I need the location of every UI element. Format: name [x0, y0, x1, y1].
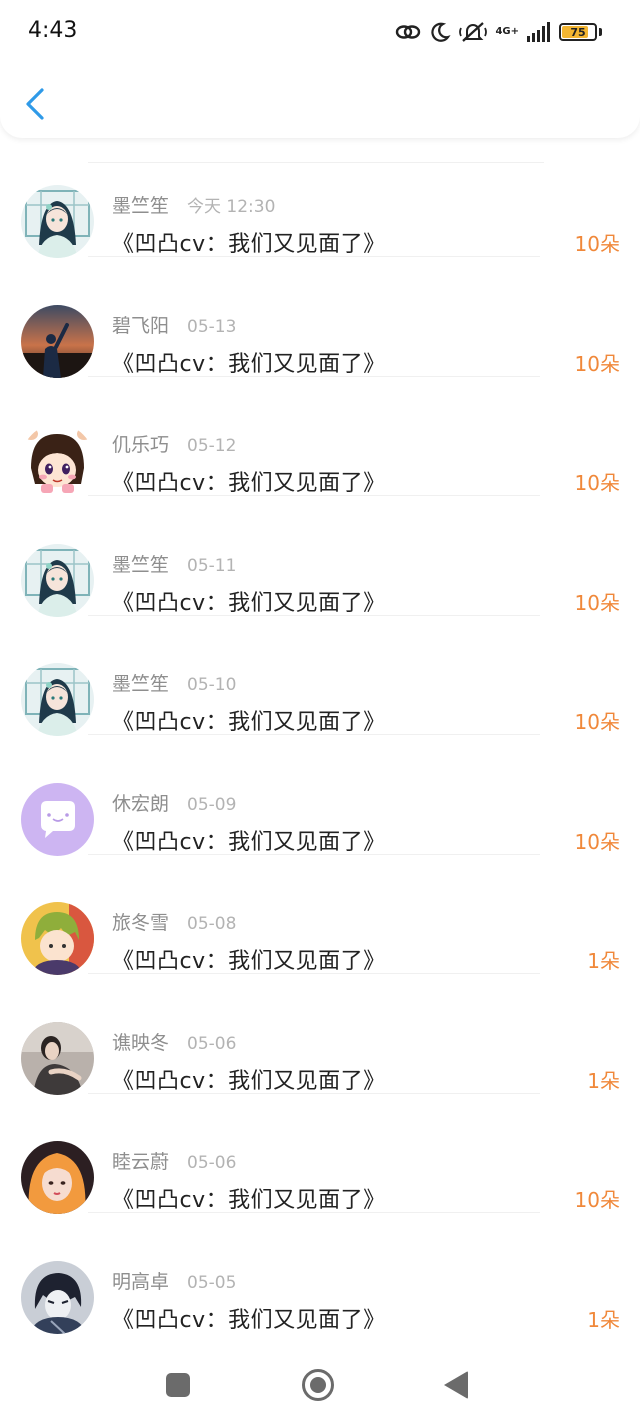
gift-count: 10朵 — [574, 829, 620, 854]
sender-info: 墨竺笙 05-11 — [112, 550, 236, 577]
avatar[interactable] — [21, 1021, 94, 1095]
sender-time: 05-13 — [187, 316, 237, 337]
recents-square-icon[interactable] — [166, 1373, 190, 1397]
sender-name: 谯映冬 — [112, 1031, 170, 1054]
sender-name: 墨竺笙 — [112, 673, 170, 695]
battery-level: 75 — [570, 25, 586, 39]
gift-count: 10朵 — [574, 1188, 620, 1212]
sender-time: 05-05 — [187, 1272, 237, 1293]
home-circle-icon[interactable] — [302, 1369, 334, 1401]
back-button[interactable] — [18, 84, 52, 124]
message-text: 《凹凸cv：我们又见面了》 — [112, 710, 386, 735]
gift-count: 10朵 — [574, 351, 620, 376]
back-triangle-icon[interactable] — [444, 1371, 468, 1399]
message-text: 《凹凸cv：我们又见面了》 — [112, 471, 386, 496]
sender-info: 明高卓 05-05 — [112, 1267, 236, 1294]
sender-time: 05-08 — [187, 914, 237, 934]
gift-count: 10朵 — [574, 232, 620, 256]
list-item[interactable]: 碧飞阳 05-13 《凹凸cv：我们又见面了》 10朵 — [0, 258, 640, 378]
message-text: 《凹凸cv：我们又见面了》 — [112, 1188, 386, 1213]
avatar[interactable] — [21, 304, 94, 378]
header: 4:43 4G+ 75 — [0, 0, 640, 138]
gift-count: 10朵 — [574, 710, 620, 734]
list-item[interactable]: 墨竺笙 05-10 《凹凸cv：我们又见面了》 10朵 — [0, 616, 640, 736]
sender-name: 墨竺笙 — [112, 195, 170, 217]
sender-info: 碧飞阳 05-13 — [112, 311, 236, 338]
gift-count: 10朵 — [574, 471, 620, 495]
sender-info: 墨竺笙 05-10 — [112, 669, 236, 696]
gift-count: 1朵 — [587, 949, 620, 973]
gift-count: 1朵 — [587, 1068, 620, 1093]
chevron-left-icon — [26, 88, 44, 120]
home-dot — [310, 1377, 326, 1393]
sender-name: 碧飞阳 — [112, 314, 170, 337]
message-text: 《凹凸cv：我们又见面了》 — [112, 351, 386, 377]
network-label: 4G+ — [495, 26, 519, 37]
sender-time: 今天 12:30 — [187, 197, 276, 217]
sender-name: 明高卓 — [112, 1270, 170, 1293]
status-icons: 4G+ 75 — [395, 18, 602, 46]
avatar[interactable] — [21, 185, 94, 258]
sender-name: 旅冬雪 — [112, 912, 170, 934]
sender-info: 休宏朗 05-09 — [112, 789, 236, 816]
message-text: 《凹凸cv：我们又见面了》 — [112, 949, 386, 974]
sender-info: 仉乐巧 05-12 — [112, 430, 236, 457]
sender-info: 旅冬雪 05-08 — [112, 908, 236, 935]
sender-info: 睦云蔚 05-06 — [112, 1147, 236, 1174]
list-item[interactable]: 谯映冬 05-06 《凹凸cv：我们又见面了》 1朵 — [0, 975, 640, 1095]
sender-time: 05-06 — [187, 1153, 237, 1173]
sender-info: 墨竺笙 今天 12:30 — [112, 191, 275, 218]
list-item[interactable]: 明高卓 05-05 《凹凸cv：我们又见面了》 1朵 — [0, 1214, 640, 1334]
avatar[interactable] — [21, 663, 94, 736]
sender-name: 睦云蔚 — [112, 1151, 170, 1173]
avatar[interactable] — [21, 782, 94, 856]
mute-icon — [459, 21, 488, 43]
message-text: 《凹凸cv：我们又见面了》 — [112, 1307, 386, 1333]
navigation-bar — [0, 1354, 640, 1423]
gift-count: 1朵 — [587, 1307, 620, 1332]
sender-name: 仉乐巧 — [112, 434, 170, 456]
gift-count: 10朵 — [574, 590, 620, 615]
link-icon — [395, 21, 421, 43]
battery-icon: 75 — [559, 23, 597, 41]
message-text: 《凹凸cv：我们又见面了》 — [112, 590, 386, 616]
status-time: 4:43 — [28, 18, 78, 43]
message-text: 《凹凸cv：我们又见面了》 — [112, 829, 386, 855]
screen: 4:43 4G+ 75 墨竺笙 今天 12:30 《凹凸cv：我们又见面了》 1… — [0, 0, 640, 1423]
sender-info: 谯映冬 05-06 — [112, 1028, 236, 1055]
list-item[interactable]: 仉乐巧 05-12 《凹凸cv：我们又见面了》 10朵 — [0, 377, 640, 497]
signal-icon — [527, 22, 551, 42]
sender-time: 05-10 — [187, 675, 237, 695]
status-bar: 4:43 4G+ 75 — [0, 0, 640, 64]
sender-time: 05-09 — [187, 794, 237, 815]
moon-icon — [429, 21, 452, 43]
sender-name: 休宏朗 — [112, 792, 170, 815]
list-item[interactable]: 休宏朗 05-09 《凹凸cv：我们又见面了》 10朵 — [0, 736, 640, 856]
avatar[interactable] — [21, 543, 94, 617]
avatar[interactable] — [21, 1141, 94, 1214]
sender-time: 05-12 — [187, 436, 237, 456]
avatar[interactable] — [21, 1260, 94, 1334]
battery-tip — [599, 28, 602, 36]
sender-time: 05-06 — [187, 1033, 237, 1054]
list-item[interactable]: 墨竺笙 今天 12:30 《凹凸cv：我们又见面了》 10朵 — [0, 138, 640, 258]
list-item[interactable]: 旅冬雪 05-08 《凹凸cv：我们又见面了》 1朵 — [0, 855, 640, 975]
sender-name: 墨竺笙 — [112, 553, 170, 576]
message-text: 《凹凸cv：我们又见面了》 — [112, 232, 386, 257]
sender-time: 05-11 — [187, 555, 237, 576]
list-item[interactable]: 墨竺笙 05-11 《凹凸cv：我们又见面了》 10朵 — [0, 497, 640, 617]
avatar[interactable] — [21, 424, 94, 497]
message-text: 《凹凸cv：我们又见面了》 — [112, 1068, 386, 1094]
avatar[interactable] — [21, 902, 94, 975]
list-item[interactable]: 睦云蔚 05-06 《凹凸cv：我们又见面了》 10朵 — [0, 1094, 640, 1214]
